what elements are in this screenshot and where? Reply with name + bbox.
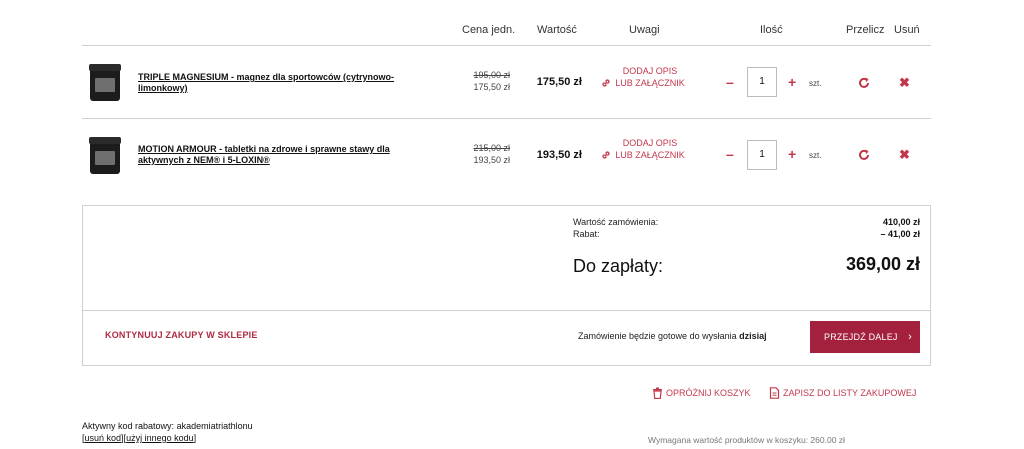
proceed-button[interactable]: PRZEJDŹ DALEJ ›	[810, 321, 920, 353]
header-divider	[82, 45, 931, 46]
old-price: 195,00 zł	[473, 70, 510, 80]
quantity-input[interactable]: 1	[747, 67, 777, 97]
line-value: 193,50 zł	[536, 149, 582, 161]
to-pay-value: 369,00 zł	[845, 254, 920, 274]
unit-price: 193,50 zł	[473, 155, 510, 165]
refresh-icon[interactable]	[857, 148, 871, 162]
increase-quantity-button[interactable]: +	[788, 74, 796, 90]
column-header-unit-price: Cena jedn.	[462, 24, 516, 36]
unit-label: szt.	[809, 151, 822, 160]
column-header-value: Wartość	[537, 24, 577, 36]
refresh-icon[interactable]	[857, 76, 871, 90]
ready-text: Zamówienie będzie gotowe do wysłania	[578, 331, 737, 341]
active-discount-code: Aktywny kod rabatowy: akademiatriathlonu	[82, 421, 253, 431]
remove-item-button[interactable]: ✖	[899, 147, 910, 163]
save-to-list-button[interactable]: ZAPISZ DO LISTY ZAKUPOWEJ	[783, 388, 916, 398]
summary-divider	[83, 310, 930, 311]
discount-code-label: Aktywny kod rabatowy:	[82, 421, 175, 431]
product-name-link[interactable]: MOTION ARMOUR - tabletki na zdrowe i spr…	[138, 144, 438, 166]
shipping-readiness: Zamówienie będzie gotowe do wysłania dzi…	[578, 331, 767, 341]
column-header-quantity: Ilość	[760, 24, 783, 36]
link-icon[interactable]	[600, 149, 612, 161]
column-header-recalc: Przelicz	[846, 24, 885, 36]
quantity-input[interactable]: 1	[747, 140, 777, 170]
empty-cart-button[interactable]: OPRÓŻNIJ KOSZYK	[666, 388, 751, 398]
trash-icon[interactable]	[652, 387, 663, 399]
decrease-quantity-button[interactable]: –	[726, 74, 734, 90]
unit-price: 175,50 zł	[473, 82, 510, 92]
unit-label: szt.	[809, 79, 822, 88]
add-note-link[interactable]: DODAJ OPIS LUB ZAŁĄCZNIK	[614, 137, 686, 161]
discount-code-value: akademiatriathlonu	[176, 421, 253, 431]
column-header-remove: Usuń	[894, 24, 920, 36]
use-other-code-link[interactable]: użyj innego kodu	[126, 433, 194, 443]
row-divider	[82, 118, 931, 119]
remove-item-button[interactable]: ✖	[899, 75, 910, 91]
add-note-link[interactable]: DODAJ OPIS LUB ZAŁĄCZNIK	[614, 65, 686, 89]
remove-code-link[interactable]: usuń kod	[85, 433, 122, 443]
product-name-link[interactable]: TRIPLE MAGNESIUM - magnez dla sportowców…	[138, 72, 438, 94]
decrease-quantity-button[interactable]: –	[726, 146, 734, 162]
ready-when: dzisiaj	[739, 331, 767, 341]
link-icon[interactable]	[600, 77, 612, 89]
column-header-notes: Uwagi	[629, 24, 660, 36]
order-value-label: Wartość zamówienia:	[573, 217, 659, 227]
to-pay-label: Do zapłaty:	[573, 256, 664, 276]
product-image[interactable]	[88, 137, 122, 175]
line-value: 175,50 zł	[536, 76, 582, 88]
chevron-right-icon: ›	[908, 331, 912, 343]
product-image[interactable]	[88, 64, 122, 102]
continue-shopping-link[interactable]: KONTYNUUJ ZAKUPY W SKLEPIE	[105, 330, 258, 340]
discount-value: – 41,00 zł	[880, 229, 920, 239]
required-cart-value: Wymagana wartość produktów w koszyku: 26…	[648, 435, 845, 445]
discount-label: Rabat:	[573, 229, 600, 239]
order-summary: Wartość zamówienia: 410,00 zł Rabat: – 4…	[82, 205, 931, 366]
old-price: 215,00 zł	[473, 143, 510, 153]
document-icon[interactable]	[769, 387, 780, 399]
order-value: 410,00 zł	[882, 217, 920, 227]
proceed-button-label: PRZEJDŹ DALEJ	[824, 332, 898, 342]
increase-quantity-button[interactable]: +	[788, 146, 796, 162]
discount-code-actions: [usuń kod][użyj innego kodu]	[82, 433, 197, 443]
